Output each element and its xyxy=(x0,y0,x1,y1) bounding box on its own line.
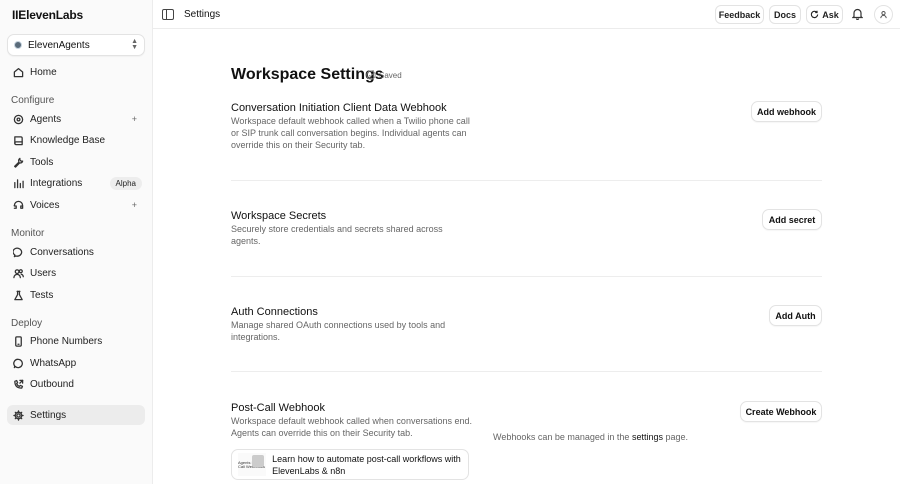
feedback-button[interactable]: Feedback xyxy=(715,5,764,24)
sidebar: IIElevenLabs ElevenAgents ▲ ▼ Home Config… xyxy=(0,0,153,484)
voices-icon xyxy=(12,199,24,211)
ask-button[interactable]: Ask xyxy=(806,5,843,24)
agent-switcher-label: ElevenAgents xyxy=(28,39,90,51)
sidebar-item-outbound[interactable]: Outbound xyxy=(7,374,145,394)
sidebar-item-label: Voices xyxy=(30,199,60,211)
breadcrumb-title: Settings xyxy=(184,9,221,20)
agent-avatar-icon xyxy=(14,41,22,49)
section-title: Conversation Initiation Client Data Webh… xyxy=(231,102,447,114)
sidebar-item-tests[interactable]: Tests xyxy=(7,285,145,305)
sidebar-item-label: Outbound xyxy=(30,378,74,390)
add-voice-icon[interactable]: + xyxy=(132,200,137,210)
alpha-badge: Alpha xyxy=(109,176,142,190)
person-icon xyxy=(252,455,265,467)
page-title: Workspace Settings xyxy=(231,66,384,83)
settings-link[interactable]: settings xyxy=(632,432,663,442)
sidebar-item-settings[interactable]: Settings xyxy=(7,405,145,425)
add-auth-button[interactable]: Add Auth xyxy=(769,305,822,326)
sidebar-item-label: Conversations xyxy=(30,246,94,258)
learn-card-thumbnail: Agents Post-Call Webhooks xyxy=(238,453,267,476)
sidebar-item-label: Tools xyxy=(30,156,54,168)
flask-icon xyxy=(12,289,24,301)
topbar: Settings Feedback Docs Ask xyxy=(153,0,900,29)
agents-icon xyxy=(12,113,24,125)
sidebar-item-label: Tests xyxy=(30,289,54,301)
section-description: Workspace default webhook called when a … xyxy=(231,116,470,150)
phone-icon xyxy=(12,335,24,347)
saved-label: Saved xyxy=(379,70,402,80)
phone-outgoing-icon xyxy=(12,378,24,390)
add-secret-button[interactable]: Add secret xyxy=(762,209,822,230)
learn-card[interactable]: Agents Post-Call Webhooks Learn how to a… xyxy=(231,449,469,480)
user-icon xyxy=(880,11,887,19)
section-title: Post-Call Webhook xyxy=(231,402,325,414)
divider xyxy=(231,180,822,181)
sidebar-item-voices[interactable]: Voices + xyxy=(7,195,145,215)
whatsapp-icon xyxy=(12,357,24,369)
saved-indicator: Saved xyxy=(366,70,402,80)
chevron-up-down-icon: ▲ ▼ xyxy=(131,38,138,51)
agent-switcher[interactable]: ElevenAgents ▲ ▼ xyxy=(7,34,145,56)
check-circle-icon xyxy=(366,70,376,80)
refresh-icon xyxy=(811,10,819,19)
chat-icon xyxy=(12,246,24,258)
sidebar-item-label: Agents xyxy=(30,113,62,125)
book-icon xyxy=(12,134,24,146)
learn-card-text: Learn how to automate post-call workflow… xyxy=(272,453,461,476)
avatar[interactable] xyxy=(874,5,893,24)
section-description: Workspace default webhook called when co… xyxy=(231,416,472,438)
section-monitor: Monitor xyxy=(11,228,45,239)
gear-icon xyxy=(12,409,24,421)
add-webhook-button[interactable]: Add webhook xyxy=(751,101,822,122)
bell-icon[interactable] xyxy=(852,8,863,20)
webhooks-note-suffix: page. xyxy=(665,432,689,442)
sidebar-item-conversations[interactable]: Conversations xyxy=(7,242,145,262)
logo[interactable]: IIElevenLabs xyxy=(12,8,83,22)
section-title: Auth Connections xyxy=(231,306,318,318)
sidebar-item-agents[interactable]: Agents + xyxy=(7,109,145,129)
sidebar-toggle-icon[interactable] xyxy=(162,9,174,20)
divider xyxy=(231,276,822,277)
sidebar-item-tools[interactable]: Tools xyxy=(7,152,145,172)
sidebar-item-label: Users xyxy=(30,267,57,279)
webhooks-note: Webhooks can be managed in the settings … xyxy=(493,432,688,442)
section-deploy: Deploy xyxy=(11,318,43,329)
add-agent-icon[interactable]: + xyxy=(132,114,137,124)
sidebar-item-knowledge-base[interactable]: Knowledge Base xyxy=(7,130,145,150)
ask-label: Ask xyxy=(822,9,839,20)
sidebar-item-phone-numbers[interactable]: Phone Numbers xyxy=(7,331,145,351)
section-description: Manage shared OAuth connections used by … xyxy=(231,320,446,342)
create-webhook-button[interactable]: Create Webhook xyxy=(740,401,822,422)
divider xyxy=(231,371,822,372)
docs-button[interactable]: Docs xyxy=(769,5,801,24)
users-icon xyxy=(12,267,24,279)
wrench-icon xyxy=(12,156,24,168)
home-icon xyxy=(12,66,24,78)
chart-icon xyxy=(12,177,24,189)
sidebar-item-label: Phone Numbers xyxy=(30,335,103,347)
sidebar-item-label: Knowledge Base xyxy=(30,134,106,146)
sidebar-item-label: Settings xyxy=(30,409,67,421)
sidebar-item-label: WhatsApp xyxy=(30,357,77,369)
sidebar-item-home[interactable]: Home xyxy=(7,62,145,82)
webhooks-note-prefix: Webhooks can be managed in the xyxy=(493,432,630,442)
sidebar-item-label: Integrations xyxy=(30,177,83,189)
sidebar-item-whatsapp[interactable]: WhatsApp xyxy=(7,353,145,373)
section-description: Securely store credentials and secrets s… xyxy=(231,224,443,246)
sidebar-item-integrations[interactable]: Integrations Alpha xyxy=(7,173,145,193)
sidebar-item-label: Home xyxy=(30,66,57,78)
section-title: Workspace Secrets xyxy=(231,210,327,222)
section-configure: Configure xyxy=(11,95,55,106)
sidebar-item-users[interactable]: Users xyxy=(7,263,145,283)
